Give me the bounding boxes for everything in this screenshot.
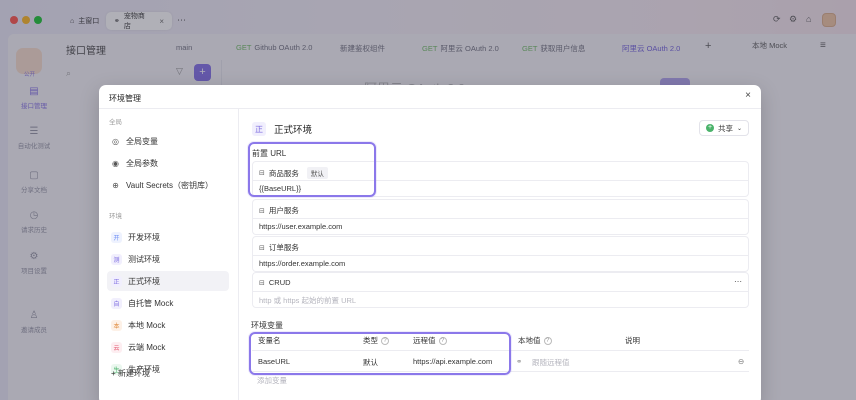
col-header-local: 本地值? [518, 335, 552, 346]
help-icon: ? [543, 336, 552, 345]
env-vars-label: 环境变量 [251, 321, 283, 330]
service-icon: ⊟ [259, 244, 265, 252]
divider [253, 218, 748, 219]
link-icon[interactable]: ⚭ [516, 357, 522, 366]
col-header-desc: 说明 [625, 336, 640, 345]
sidebar-item-env-selfhost-mock[interactable]: 自自托管 Mock [107, 293, 229, 313]
env-badge: 自 [111, 297, 122, 309]
env-badge: 云 [111, 341, 122, 353]
close-icon[interactable]: × [745, 90, 751, 101]
sidebar-item-env-dev[interactable]: 开开发环境 [107, 227, 229, 247]
sidebar-item-env-local-mock[interactable]: 本本地 Mock [107, 315, 229, 335]
more-options-button[interactable]: ⋯ [734, 277, 742, 286]
share-button[interactable]: + 共享 ⌄ [699, 120, 749, 136]
new-env-button[interactable]: + 新建环境 [111, 368, 150, 379]
globe-icon: ◎ [112, 136, 119, 146]
highlight-env-var [249, 332, 511, 375]
service-url-input[interactable]: http 或 https 起始的前置 URL [259, 295, 356, 306]
section-global-label: 全局 [109, 119, 122, 126]
vault-icon: ⊕ [112, 180, 119, 190]
service-icon: ⊟ [259, 207, 265, 215]
sidebar-item-env-test[interactable]: 测测试环境 [107, 249, 229, 269]
env-header: 正 正式环境 [252, 122, 312, 136]
sidebar-item-env-prod[interactable]: 正正式环境 [107, 271, 229, 291]
param-icon: ◉ [112, 158, 119, 168]
env-name[interactable]: 正式环境 [274, 122, 312, 136]
divider [253, 255, 748, 256]
env-badge: 开 [111, 231, 122, 243]
var-local-cell[interactable]: 跟随远程值 [532, 357, 570, 368]
service-icon: ⊟ [259, 279, 265, 287]
sidebar-item-global-vars[interactable]: ◎ 全局变量 [107, 131, 229, 151]
env-sidebar: 全局 ◎ 全局变量 ◉ 全局参数 ⊕ Vault Secrets（密钥库） 环境 开开… [99, 109, 239, 400]
env-badge: 测 [111, 253, 122, 265]
sidebar-item-vault[interactable]: ⊕ Vault Secrets（密钥库） [107, 175, 229, 195]
service-user: ⊟ 用户服务 https://user.example.com [252, 199, 749, 235]
service-url-input[interactable]: https://user.example.com [259, 222, 342, 231]
env-badge: 正 [111, 275, 122, 287]
add-var-input[interactable]: 添加变量 [257, 375, 287, 386]
modal-title: 环境管理 [109, 94, 141, 103]
env-badge: 本 [111, 319, 122, 331]
sidebar-item-env-cloud-mock[interactable]: 云云端 Mock [107, 337, 229, 357]
remove-var-button[interactable]: ⊖ [738, 357, 744, 366]
service-url-input[interactable]: https://order.example.com [259, 259, 345, 268]
share-icon: + [705, 124, 714, 132]
highlight-prefix-url [248, 142, 376, 197]
chevron-down-icon: ⌄ [736, 125, 743, 132]
divider [253, 291, 748, 292]
sidebar-item-global-params[interactable]: ◉ 全局参数 [107, 153, 229, 173]
service-order: ⊟ 订单服务 https://order.example.com [252, 236, 749, 272]
service-crud: ⊟ CRUD ⋯ http 或 https 起始的前置 URL [252, 272, 749, 308]
section-env-label: 环境 [109, 213, 122, 220]
env-badge: 正 [252, 122, 266, 136]
